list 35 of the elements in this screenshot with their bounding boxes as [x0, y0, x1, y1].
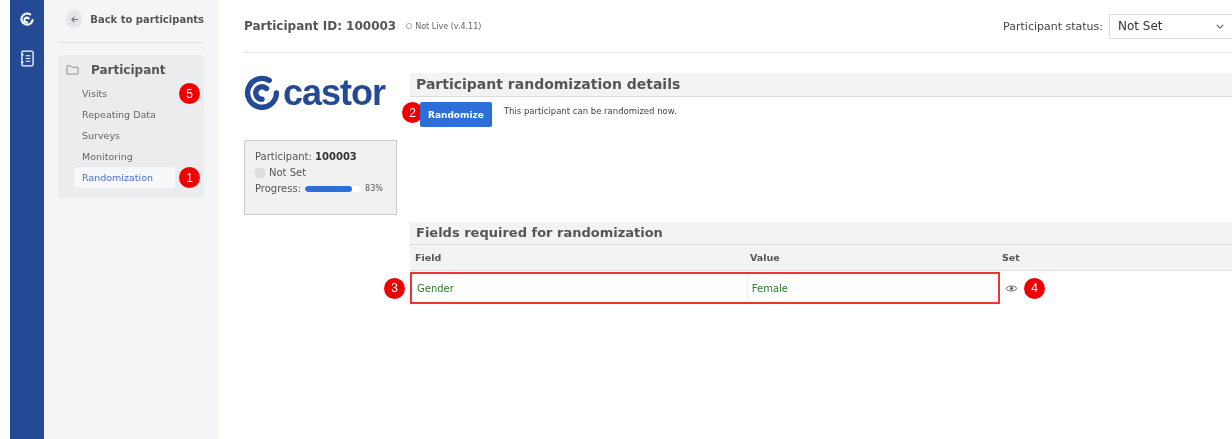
live-status: Not Live (v.4.11): [415, 21, 482, 31]
castor-logo-icon: [244, 75, 280, 111]
status-text: Not Set: [269, 167, 307, 178]
participant-label: Participant: 100003: [255, 151, 357, 162]
section-heading: Fields required for randomization: [410, 222, 1232, 245]
progress-reading: 83%: [365, 184, 383, 193]
sidebar-item[interactable]: Repeating Data: [74, 104, 176, 125]
section-heading: Participant randomization details: [410, 73, 1232, 97]
callout-badge: 1: [179, 167, 200, 188]
participant-id: Participant ID: 100003: [244, 19, 397, 33]
progress-label: Progress:: [255, 183, 302, 194]
table-cell: Female: [746, 274, 998, 302]
notebook-icon[interactable]: [20, 50, 34, 67]
eye-icon[interactable]: [1005, 283, 1018, 293]
column-header: Field: [414, 252, 443, 263]
callout-badge: 3: [384, 277, 405, 299]
status-dropdown[interactable]: Not Set: [1109, 13, 1232, 39]
column-header: Set: [1001, 252, 1020, 263]
callout-badge: 4: [1024, 277, 1045, 299]
column-header: Value: [749, 252, 781, 263]
table-cell-text: Gender: [416, 282, 455, 294]
sidebar-item[interactable]: Surveys: [74, 125, 176, 146]
status-message: This participant can be randomized now.: [503, 106, 677, 116]
back-link[interactable]: Back to participants: [90, 13, 204, 25]
logo-wordmark: castor: [283, 73, 386, 113]
chevron-down-icon: [1216, 23, 1224, 29]
folder-icon: [66, 65, 79, 75]
sidebar-item[interactable]: Monitoring: [74, 146, 176, 167]
callout-badge: 5: [179, 83, 200, 104]
sidebar-item[interactable]: Randomization: [74, 167, 175, 188]
section-title: Participant: [91, 63, 166, 77]
status-label: Participant status:: [1003, 19, 1103, 33]
sidebar-item[interactable]: Visits: [74, 83, 175, 104]
randomize-button[interactable]: Randomize: [420, 102, 492, 127]
logo-icon[interactable]: [19, 12, 35, 28]
